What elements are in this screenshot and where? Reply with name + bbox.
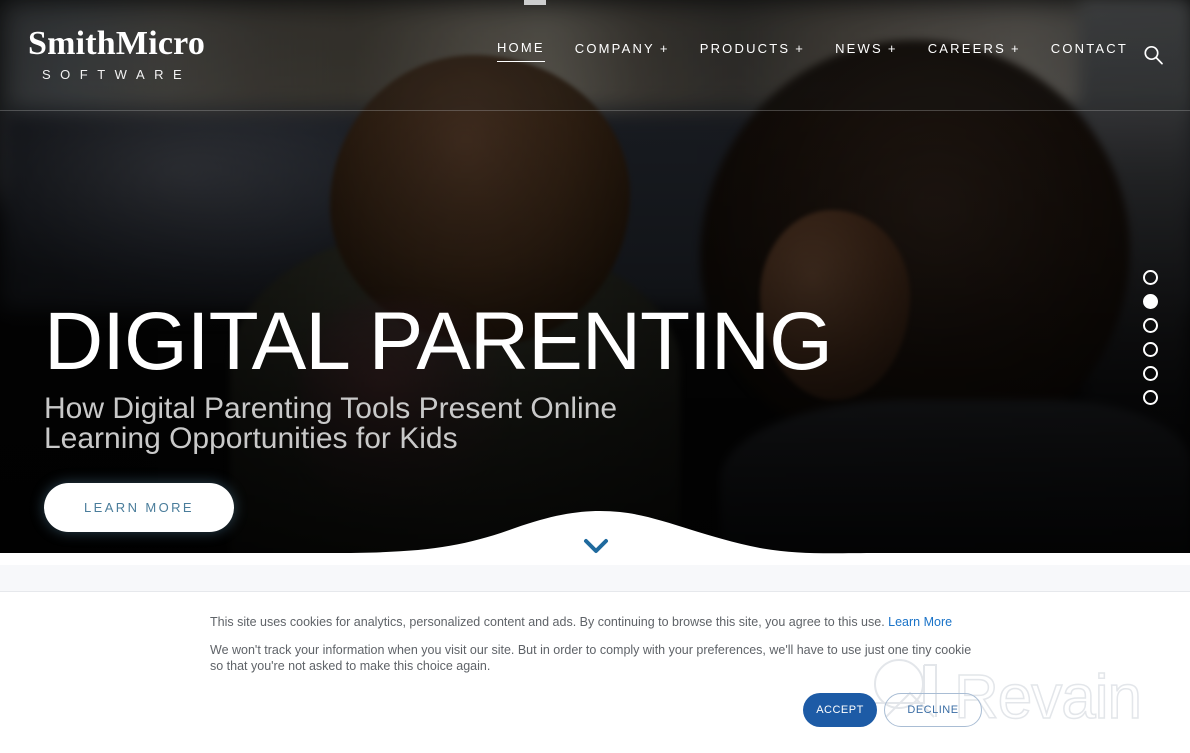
hero-content: DIGITAL PARENTING How Digital Parenting … xyxy=(44,296,833,532)
plus-icon: + xyxy=(1010,40,1021,56)
accept-cookies-button[interactable]: ACCEPT xyxy=(803,693,877,727)
hero-headline: DIGITAL PARENTING xyxy=(44,296,833,387)
nav-label-careers: CAREERS xyxy=(927,40,1006,56)
cookie-text-1: This site uses cookies for analytics, pe… xyxy=(210,615,889,629)
nav-label-news: NEWS xyxy=(835,40,883,56)
cookie-learn-more-link[interactable]: Learn More xyxy=(888,615,952,629)
slider-dot-2-active[interactable] xyxy=(1143,294,1158,309)
nav-label-company: COMPANY xyxy=(574,40,655,56)
search-icon[interactable] xyxy=(1142,44,1164,66)
hero-subheadline-line2: Learning Opportunities for Kids xyxy=(44,422,458,455)
cookie-consent-banner: This site uses cookies for analytics, pe… xyxy=(0,600,1190,753)
hero-subheadline: How Digital Parenting Tools Present Onli… xyxy=(44,394,664,454)
logo-wordmark-text: SmithMicro xyxy=(28,25,206,62)
plus-icon: + xyxy=(659,40,670,56)
learn-more-button[interactable]: LEARN MORE xyxy=(44,483,234,532)
slider-dot-4[interactable] xyxy=(1143,342,1158,357)
cookie-paragraph-2: We won't track your information when you… xyxy=(210,643,972,673)
slider-dot-5[interactable] xyxy=(1143,366,1158,381)
page-root: SmithMicro SOFTWARE HOME COMPANY + PRODUC… xyxy=(0,0,1190,753)
nav-label-products: PRODUCTS xyxy=(699,40,791,56)
nav-label-home: HOME xyxy=(496,40,545,55)
slider-dot-1[interactable] xyxy=(1143,270,1158,285)
slider-dot-6[interactable] xyxy=(1143,390,1158,405)
plus-icon: + xyxy=(887,40,898,56)
slider-pagination xyxy=(1143,270,1158,405)
nav-item-careers[interactable]: CAREERS + xyxy=(928,41,1021,62)
logo-wordmark: SmithMicro xyxy=(28,26,205,62)
nav-item-home[interactable]: HOME xyxy=(496,40,545,62)
decline-cookies-button[interactable]: DECLINE xyxy=(884,693,982,727)
site-header: SmithMicro SOFTWARE HOME COMPANY + PRODUC… xyxy=(0,0,1190,111)
slider-dot-3[interactable] xyxy=(1143,318,1158,333)
logo-tagline: SOFTWARE xyxy=(42,67,192,82)
section-spacer-band xyxy=(0,565,1190,591)
nav-item-products[interactable]: PRODUCTS + xyxy=(700,41,805,62)
main-navigation: HOME COMPANY + PRODUCTS + NEWS + CAREERS + C… xyxy=(496,40,1128,62)
site-logo[interactable]: SmithMicro SOFTWARE xyxy=(28,26,205,83)
nav-item-news[interactable]: NEWS + xyxy=(835,41,898,62)
hero-subheadline-line1: How Digital Parenting Tools Present Onli… xyxy=(44,392,618,425)
cookie-paragraph-1: This site uses cookies for analytics, pe… xyxy=(210,614,990,630)
nav-item-contact[interactable]: CONTACT xyxy=(1051,41,1128,62)
nav-item-company[interactable]: COMPANY + xyxy=(575,41,670,62)
nav-label-contact: CONTACT xyxy=(1050,40,1128,56)
chevron-down-icon[interactable] xyxy=(583,538,609,561)
plus-icon: + xyxy=(795,40,806,56)
